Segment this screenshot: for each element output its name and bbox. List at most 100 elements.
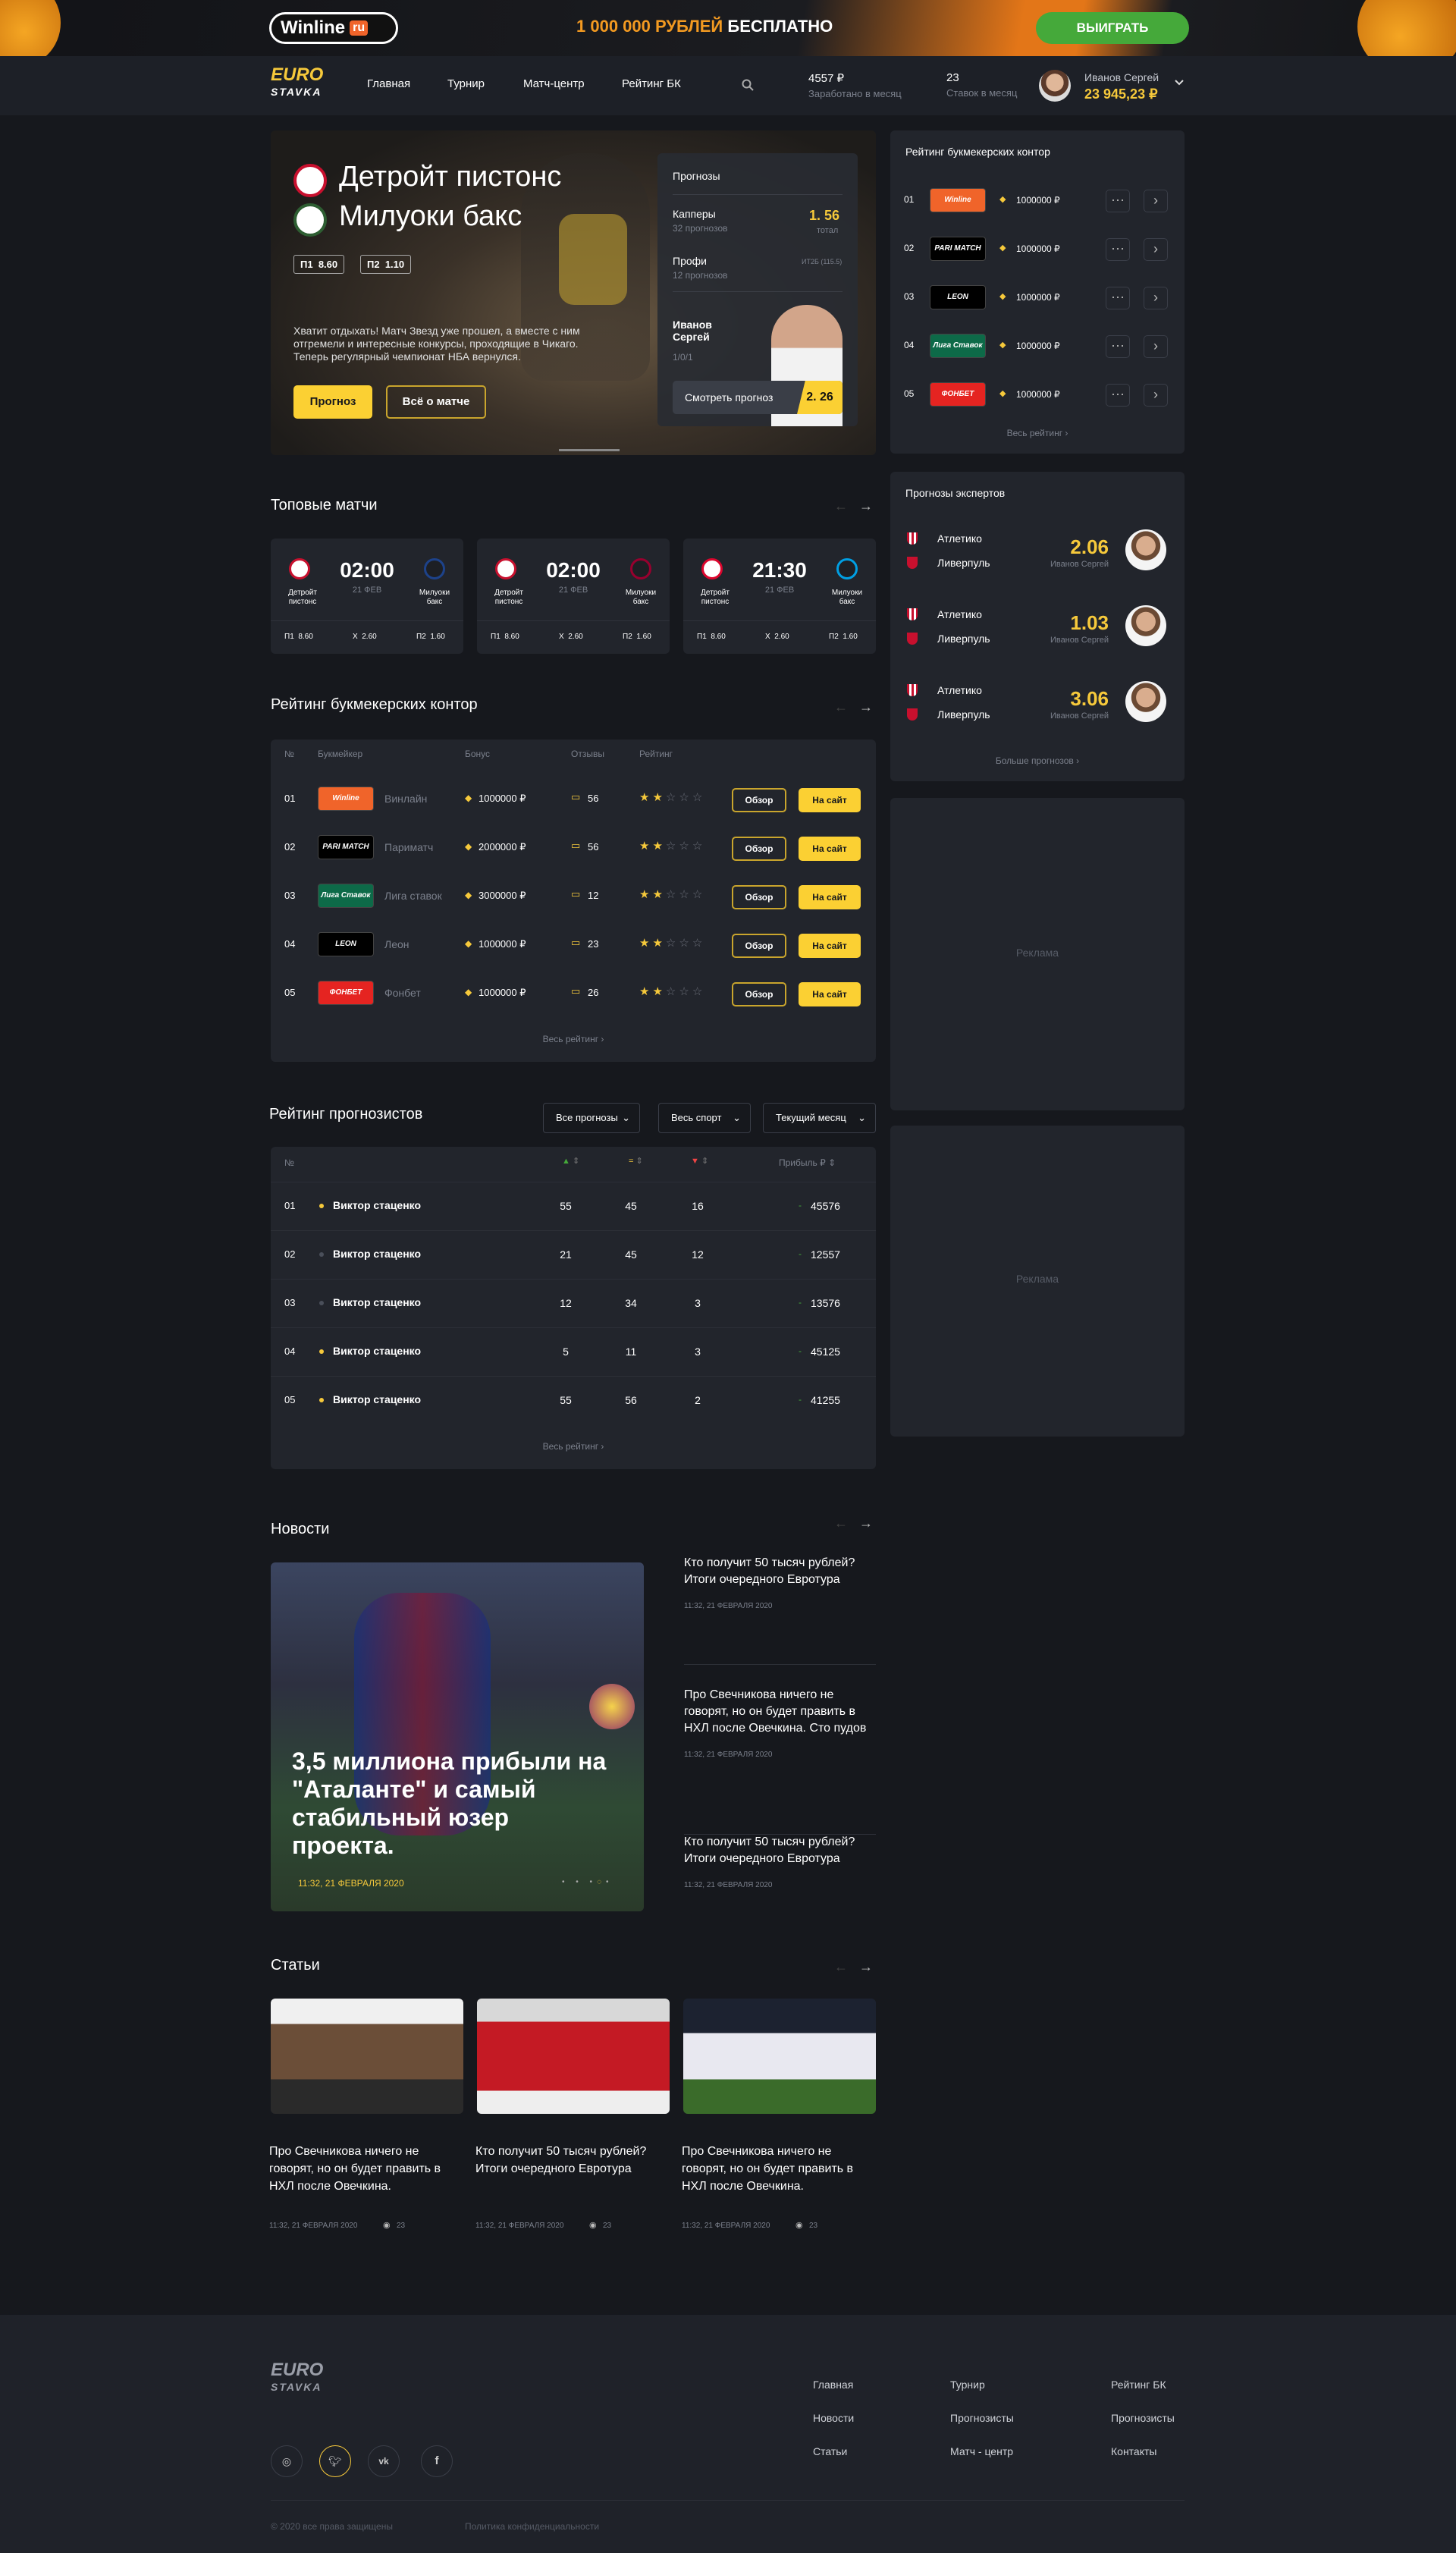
bk-name[interactable]: Париматч [384,841,433,853]
article-card[interactable]: Кто получит 50 тысяч рублей? Итоги очере… [475,1999,670,2241]
forecasters-header-profit[interactable]: Прибыль ₽ ⇕ [779,1157,836,1168]
sidebar-bk-logo[interactable]: Лига Ставок [930,334,986,358]
sort-losses-icon[interactable]: ▼ ⇕ [691,1156,708,1166]
user-avatar[interactable] [1039,70,1071,102]
match-card[interactable]: Детройт пистонс 21:30 21 ФЕВ Милуоки бак… [683,539,876,654]
match-odd-p1[interactable]: П1 8.60 [284,633,313,641]
filter-all-forecasts[interactable]: Все прогнозы ⌄ [543,1103,640,1133]
bk-logo[interactable]: Winline [318,787,374,811]
hero-odd2[interactable]: П2 1.10 [360,255,412,274]
forecaster-row[interactable]: 01 Виктор стаценко 55 45 16 - 45576 [271,1182,876,1230]
sidebar-bk-logo[interactable]: LEON [930,285,986,309]
more-icon[interactable]: ··· [1106,238,1130,261]
bk-logo[interactable]: PARI MATCH [318,835,374,859]
bk-name[interactable]: Лига ставок [384,890,442,902]
news-arrow-right-icon[interactable]: → [859,1515,873,1531]
article-card[interactable]: Про Свечникова ничего не говорят, но он … [269,1999,463,2241]
footer-link-home[interactable]: Главная [813,2379,853,2391]
nav-item-bk-rating[interactable]: Рейтинг БК [622,77,681,90]
search-icon[interactable] [742,79,754,91]
expert-forecast[interactable]: Атлетико Ливерпуль 1.03 Иванов Сергей [890,605,1185,681]
bk-site-button[interactable]: На сайт [799,788,861,812]
match-odd-p2[interactable]: П2 1.60 [623,633,651,641]
footer-link-match-center[interactable]: Матч - центр [950,2445,1013,2457]
news-pagination[interactable]: • • •◌• [562,1878,613,1886]
articles-arrow-left-icon[interactable]: ← [834,1959,848,1975]
twitter-icon[interactable]: 🐦︎ [319,2445,351,2477]
expert-forecast[interactable]: Атлетико Ливерпуль 2.06 Иванов Сергей [890,529,1185,605]
footer-link-bk-rating[interactable]: Рейтинг БК [1111,2379,1166,2391]
news-item[interactable]: Кто получит 50 тысяч рублей? Итоги очере… [684,1555,876,1610]
instagram-icon[interactable]: ◎ [271,2445,303,2477]
nav-item-match-center[interactable]: Матч-центр [523,77,585,90]
sort-draws-icon[interactable]: = ⇕ [629,1156,643,1166]
more-icon[interactable]: ··· [1106,190,1130,212]
nav-item-home[interactable]: Главная [367,77,410,90]
chevron-right-icon[interactable]: › [1144,384,1168,407]
bk-site-button[interactable]: На сайт [799,934,861,958]
bk-arrow-right-icon[interactable]: → [859,699,873,715]
match-odd-p1[interactable]: П1 8.60 [697,633,726,641]
sidebar-bk-logo[interactable]: ФОНБЕТ [930,382,986,407]
bk-logo[interactable]: LEON [318,932,374,956]
hero-forecast-button[interactable]: Прогноз [293,385,372,419]
sort-wins-icon[interactable]: ▲ ⇕ [562,1156,579,1166]
arrow-left-icon[interactable]: ← [834,498,848,514]
footer-link-contacts[interactable]: Контакты [1111,2445,1156,2457]
ad-slot-2[interactable]: Реклама [890,1126,1185,1437]
sidebar-experts-more[interactable]: Больше прогнозов › [890,755,1185,766]
nav-item-tournament[interactable]: Турнир [447,77,485,90]
watch-forecast-button[interactable]: Смотреть прогноз 2. 26 [673,381,843,414]
chevron-right-icon[interactable]: › [1144,238,1168,261]
promo-win-button[interactable]: ВЫИГРАТЬ [1036,12,1189,44]
bk-review-button[interactable]: Обзор [732,934,786,958]
footer-logo[interactable]: EURO STAVKA [271,2361,323,2395]
bk-arrow-left-icon[interactable]: ← [834,699,848,715]
user-name[interactable]: Иванов Сергей [1084,71,1159,83]
ad-slot-1[interactable]: Реклама [890,798,1185,1110]
bk-name[interactable]: Винлайн [384,793,427,805]
match-odd-x[interactable]: X 2.60 [559,633,583,641]
footer-link-tournament[interactable]: Турнир [950,2379,985,2391]
expert-forecast[interactable]: Атлетико Ливерпуль 3.06 Иванов Сергей [890,681,1185,757]
match-card[interactable]: Детройт пистонс 02:00 21 ФЕВ Милуоки бак… [271,539,463,654]
match-card[interactable]: Детройт пистонс 02:00 21 ФЕВ Милуоки бак… [477,539,670,654]
bk-site-button[interactable]: На сайт [799,885,861,909]
sidebar-bk-all-link[interactable]: Весь рейтинг › [890,428,1185,438]
chevron-down-icon[interactable] [1174,79,1185,86]
chevron-right-icon[interactable]: › [1144,287,1168,309]
forecasters-all-link[interactable]: Весь рейтинг › [271,1441,876,1452]
articles-arrow-right-icon[interactable]: → [859,1959,873,1975]
more-icon[interactable]: ··· [1106,335,1130,358]
filter-all-sports[interactable]: Весь спорт ⌄ [658,1103,751,1133]
bk-name[interactable]: Леон [384,938,410,950]
news-item[interactable]: Кто получит 50 тысяч рублей? Итоги очере… [684,1834,876,1889]
match-odd-p2[interactable]: П2 1.60 [416,633,445,641]
bk-logo[interactable]: Лига Ставок [318,884,374,908]
filter-current-month[interactable]: Текущий месяц ⌄ [763,1103,876,1133]
arrow-right-icon[interactable]: → [859,498,873,514]
bk-site-button[interactable]: На сайт [799,837,861,861]
footer-privacy-link[interactable]: Политика конфиденциальности [465,2521,599,2532]
news-item[interactable]: Про Свечникова ничего не говорят, но он … [684,1687,876,1759]
footer-link-forecasters[interactable]: Прогнозисты [950,2412,1014,2424]
news-arrow-left-icon[interactable]: ← [834,1515,848,1531]
facebook-icon[interactable]: f [421,2445,453,2477]
forecaster-row[interactable]: 03 Виктор стаценко 12 34 3 - 13576 [271,1279,876,1327]
winline-logo[interactable]: Winline ru [269,12,398,44]
news-main-card[interactable]: 3,5 миллиона прибыли на "Аталанте" и сам… [271,1562,644,1911]
footer-link-forecasters-2[interactable]: Прогнозисты [1111,2412,1175,2424]
hero-about-button[interactable]: Всё о матче [386,385,486,419]
vk-icon[interactable]: vk [368,2445,400,2477]
forecaster-row[interactable]: 02 Виктор стаценко 21 45 12 - 12557 [271,1230,876,1279]
sidebar-bk-logo[interactable]: PARI MATCH [930,237,986,261]
chevron-right-icon[interactable]: › [1144,190,1168,212]
site-logo[interactable]: EURO STAVKA [271,66,323,100]
bk-review-button[interactable]: Обзор [732,788,786,812]
bk-review-button[interactable]: Обзор [732,837,786,861]
bk-review-button[interactable]: Обзор [732,885,786,909]
bk-all-link[interactable]: Весь рейтинг › [271,1034,876,1044]
bk-name[interactable]: Фонбет [384,987,421,999]
match-odd-x[interactable]: X 2.60 [765,633,789,641]
forecaster-row[interactable]: 04 Виктор стаценко 5 11 3 - 45125 [271,1327,876,1376]
